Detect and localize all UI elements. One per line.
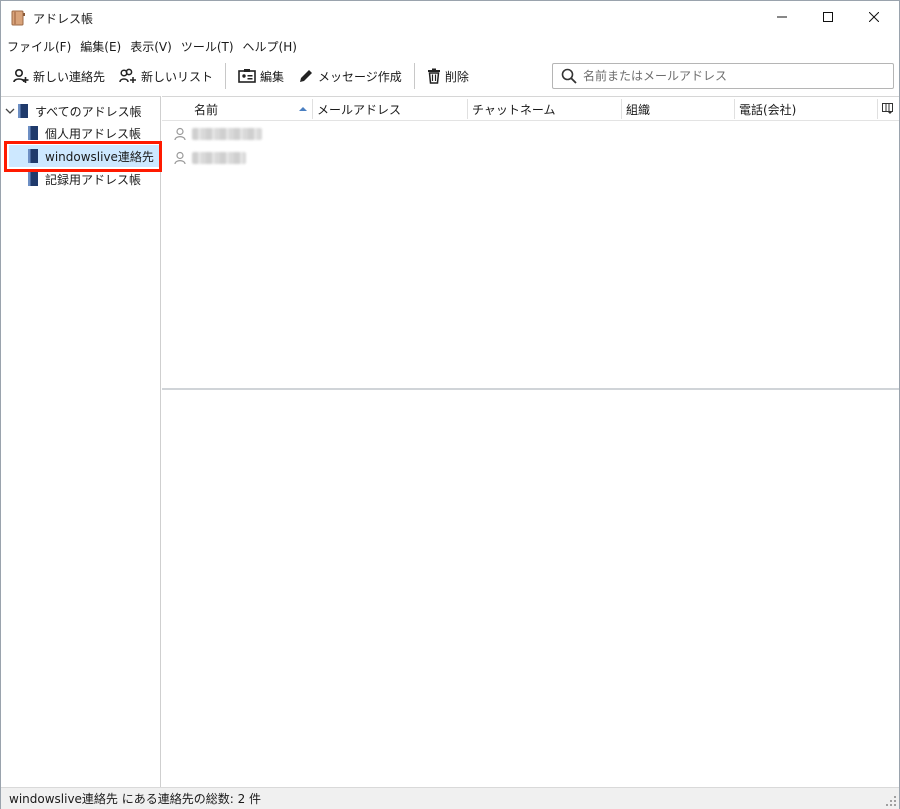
tree-item-collected[interactable]: 記録用アドレス帳 [27, 168, 141, 190]
minimize-button[interactable] [759, 1, 805, 33]
new-contact-button[interactable]: 新しい連絡先 [9, 62, 109, 90]
status-text: windowslive連絡先 にある連絡先の総数: 2 件 [9, 792, 262, 806]
delete-label: 削除 [444, 69, 469, 84]
contact-list: 名前 メールアドレス チャットネーム 組織 電話(会社) [162, 96, 899, 388]
contact-person-icon [174, 127, 186, 141]
column-header-email[interactable]: メールアドレス [317, 97, 401, 121]
book-icon [18, 104, 28, 118]
menu-edit[interactable]: 編集(E) [80, 38, 121, 55]
edit-card-icon [238, 69, 256, 83]
tree-item-windowslive[interactable]: windowslive連絡先 [9, 145, 161, 167]
book-icon [28, 172, 38, 186]
compose-label: メッセージ作成 [318, 69, 402, 84]
table-row[interactable] [174, 123, 262, 145]
pencil-icon [300, 70, 313, 82]
menu-tools[interactable]: ツール(T) [181, 38, 234, 55]
tree-item-label: 個人用アドレス帳 [45, 126, 142, 141]
contact-person-icon [174, 151, 186, 165]
column-divider[interactable] [621, 99, 622, 119]
contact-name-redacted [192, 128, 262, 140]
edit-button[interactable]: 編集 [234, 62, 288, 90]
compose-message-button[interactable]: メッセージ作成 [294, 62, 406, 90]
column-header-organization[interactable]: 組織 [626, 97, 650, 121]
close-icon [869, 12, 879, 22]
search-icon [561, 68, 577, 84]
search-input[interactable] [583, 69, 883, 83]
book-icon [28, 126, 38, 140]
toolbar-separator [225, 63, 227, 89]
column-header-name[interactable]: 名前 [194, 97, 218, 121]
close-button[interactable] [851, 1, 897, 33]
new-list-button[interactable]: 新しいリスト [115, 62, 217, 90]
maximize-button[interactable] [805, 1, 851, 33]
menu-bar: ファイル(F) 編集(E) 表示(V) ツール(T) ヘルプ(H) [1, 35, 899, 57]
sort-up-icon [299, 107, 307, 111]
toolbar-separator [413, 63, 415, 89]
column-picker-icon[interactable] [882, 103, 893, 114]
column-divider[interactable] [467, 99, 468, 119]
book-icon [28, 149, 38, 163]
resize-grip-icon[interactable] [886, 796, 896, 806]
chevron-down-icon[interactable] [5, 106, 15, 116]
column-header-chatname[interactable]: チャットネーム [472, 97, 556, 121]
tree-root-label: すべてのアドレス帳 [35, 104, 142, 119]
tree-item-label: 記録用アドレス帳 [45, 172, 142, 187]
addressbook-app-icon [11, 10, 25, 26]
list-header: 名前 メールアドレス チャットネーム 組織 電話(会社) [162, 97, 899, 121]
trash-icon [427, 68, 440, 84]
new-list-icon [119, 68, 137, 83]
new-contact-label: 新しい連絡先 [33, 69, 106, 84]
column-header-work-phone[interactable]: 電話(会社) [739, 97, 796, 121]
column-divider[interactable] [877, 99, 878, 119]
menu-help[interactable]: ヘルプ(H) [243, 38, 297, 55]
table-row[interactable] [174, 147, 246, 169]
menu-view[interactable]: 表示(V) [130, 38, 172, 55]
toolbar: 新しい連絡先 新しいリスト 編集 メッセージ作成 削除 名前またはメールアドレス [1, 58, 899, 94]
column-divider[interactable] [312, 99, 313, 119]
column-divider[interactable] [734, 99, 735, 119]
contact-name-redacted [192, 152, 246, 164]
addressbook-tree: すべてのアドレス帳 個人用アドレス帳 windowslive連絡先 記録用アドレ… [1, 96, 162, 787]
status-bar: windowslive連絡先 にある連絡先の総数: 2 件 [1, 787, 899, 809]
address-book-window: アドレス帳 ファイル(F) 編集(E) 表示(V) ツール(T) ヘルプ(H) … [0, 0, 900, 809]
search-box[interactable] [552, 63, 894, 89]
minimize-icon [777, 16, 787, 18]
contact-detail-pane [162, 390, 899, 787]
window-title: アドレス帳 [33, 12, 94, 26]
menu-file[interactable]: ファイル(F) [7, 38, 71, 55]
edit-label: 編集 [260, 69, 285, 84]
tree-item-personal[interactable]: 個人用アドレス帳 [27, 122, 141, 144]
delete-button[interactable]: 削除 [423, 62, 473, 90]
tree-item-label: windowslive連絡先 [45, 149, 154, 164]
title-bar: アドレス帳 [1, 1, 899, 35]
maximize-icon [823, 12, 833, 22]
tree-item-all-addressbooks[interactable]: すべてのアドレス帳 [5, 100, 142, 122]
new-contact-icon [13, 68, 29, 83]
new-list-label: 新しいリスト [141, 69, 214, 84]
